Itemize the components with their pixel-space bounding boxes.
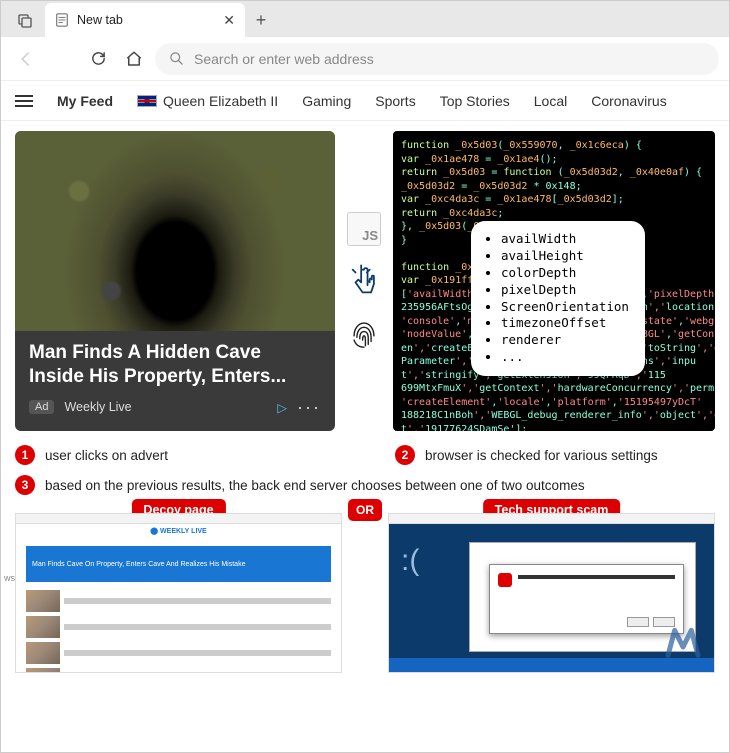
page-icon (55, 13, 69, 27)
javascript-icon: JS (347, 212, 381, 246)
tab-close-button[interactable]: ✕ (221, 10, 237, 31)
step-badge-3: 3 (15, 475, 35, 495)
step-text-1: user clicks on advert (45, 448, 168, 463)
search-icon (169, 51, 184, 66)
fingerprint-icon (347, 316, 381, 350)
or-label: OR (348, 499, 382, 521)
step-text-2: browser is checked for various settings (425, 448, 658, 463)
nav-item-3[interactable]: Top Stories (440, 93, 510, 109)
step-text-3: based on the previous results, the back … (45, 478, 585, 493)
decoy-headline: Man Finds Cave On Property, Enters Cave … (26, 546, 331, 582)
scam-outcome: Tech support scam :( (388, 513, 715, 673)
play-icon[interactable]: ▷ (277, 400, 287, 415)
nav-item-1[interactable]: Gaming (302, 93, 351, 109)
ad-more-button[interactable]: ··· (297, 397, 321, 418)
ad-badge: Ad (29, 400, 54, 414)
fingerprint-tooltip: availWidthavailHeightcolorDepthpixelDept… (471, 221, 645, 376)
nav-item-2[interactable]: Sports (375, 93, 415, 109)
scam-thumbnail: :( (388, 513, 715, 673)
tab-actions-icon[interactable] (9, 5, 41, 37)
ad-source: Weekly Live (64, 400, 131, 414)
address-placeholder: Search or enter web address (194, 51, 374, 67)
uk-flag-icon (137, 95, 157, 107)
ad-card[interactable]: Man Finds A Hidden Cave Inside His Prope… (15, 131, 335, 431)
decoy-outcome: Decoy page ⬤ WEEKLY LIVE Man Finds Cave … (15, 513, 342, 673)
address-bar[interactable]: Search or enter web address (155, 43, 719, 75)
back-button[interactable] (11, 44, 41, 74)
click-hand-icon (347, 264, 381, 298)
feed-nav: My Feed Queen Elizabeth II Gaming Sports… (1, 81, 729, 121)
home-button[interactable] (119, 44, 149, 74)
ad-headline: Man Finds A Hidden Cave Inside His Prope… (29, 341, 321, 389)
process-icons: JS (345, 131, 383, 431)
ad-image (15, 131, 335, 331)
refresh-button[interactable] (83, 44, 113, 74)
browser-tab[interactable]: New tab ✕ (45, 3, 245, 37)
step-badge-1: 1 (15, 445, 35, 465)
bsod-sad-face: :( (401, 544, 419, 578)
nav-item-0[interactable]: Queen Elizabeth II (137, 93, 278, 109)
nav-item-5[interactable]: Coronavirus (591, 93, 666, 109)
tab-title: New tab (77, 13, 213, 27)
nav-my-feed[interactable]: My Feed (57, 93, 113, 109)
step-badge-2: 2 (395, 445, 415, 465)
menu-icon[interactable] (15, 95, 33, 107)
browser-toolbar: Search or enter web address (1, 37, 729, 81)
new-tab-button[interactable]: + (245, 3, 277, 37)
nav-item-4[interactable]: Local (534, 93, 567, 109)
decoy-thumbnail: ⬤ WEEKLY LIVE Man Finds Cave On Property… (15, 513, 342, 673)
malwarebytes-logo (660, 622, 706, 662)
window-titlebar: New tab ✕ + (1, 1, 729, 37)
code-panel: function _0x5d03(_0x559070, _0x1c6eca) {… (393, 131, 715, 431)
